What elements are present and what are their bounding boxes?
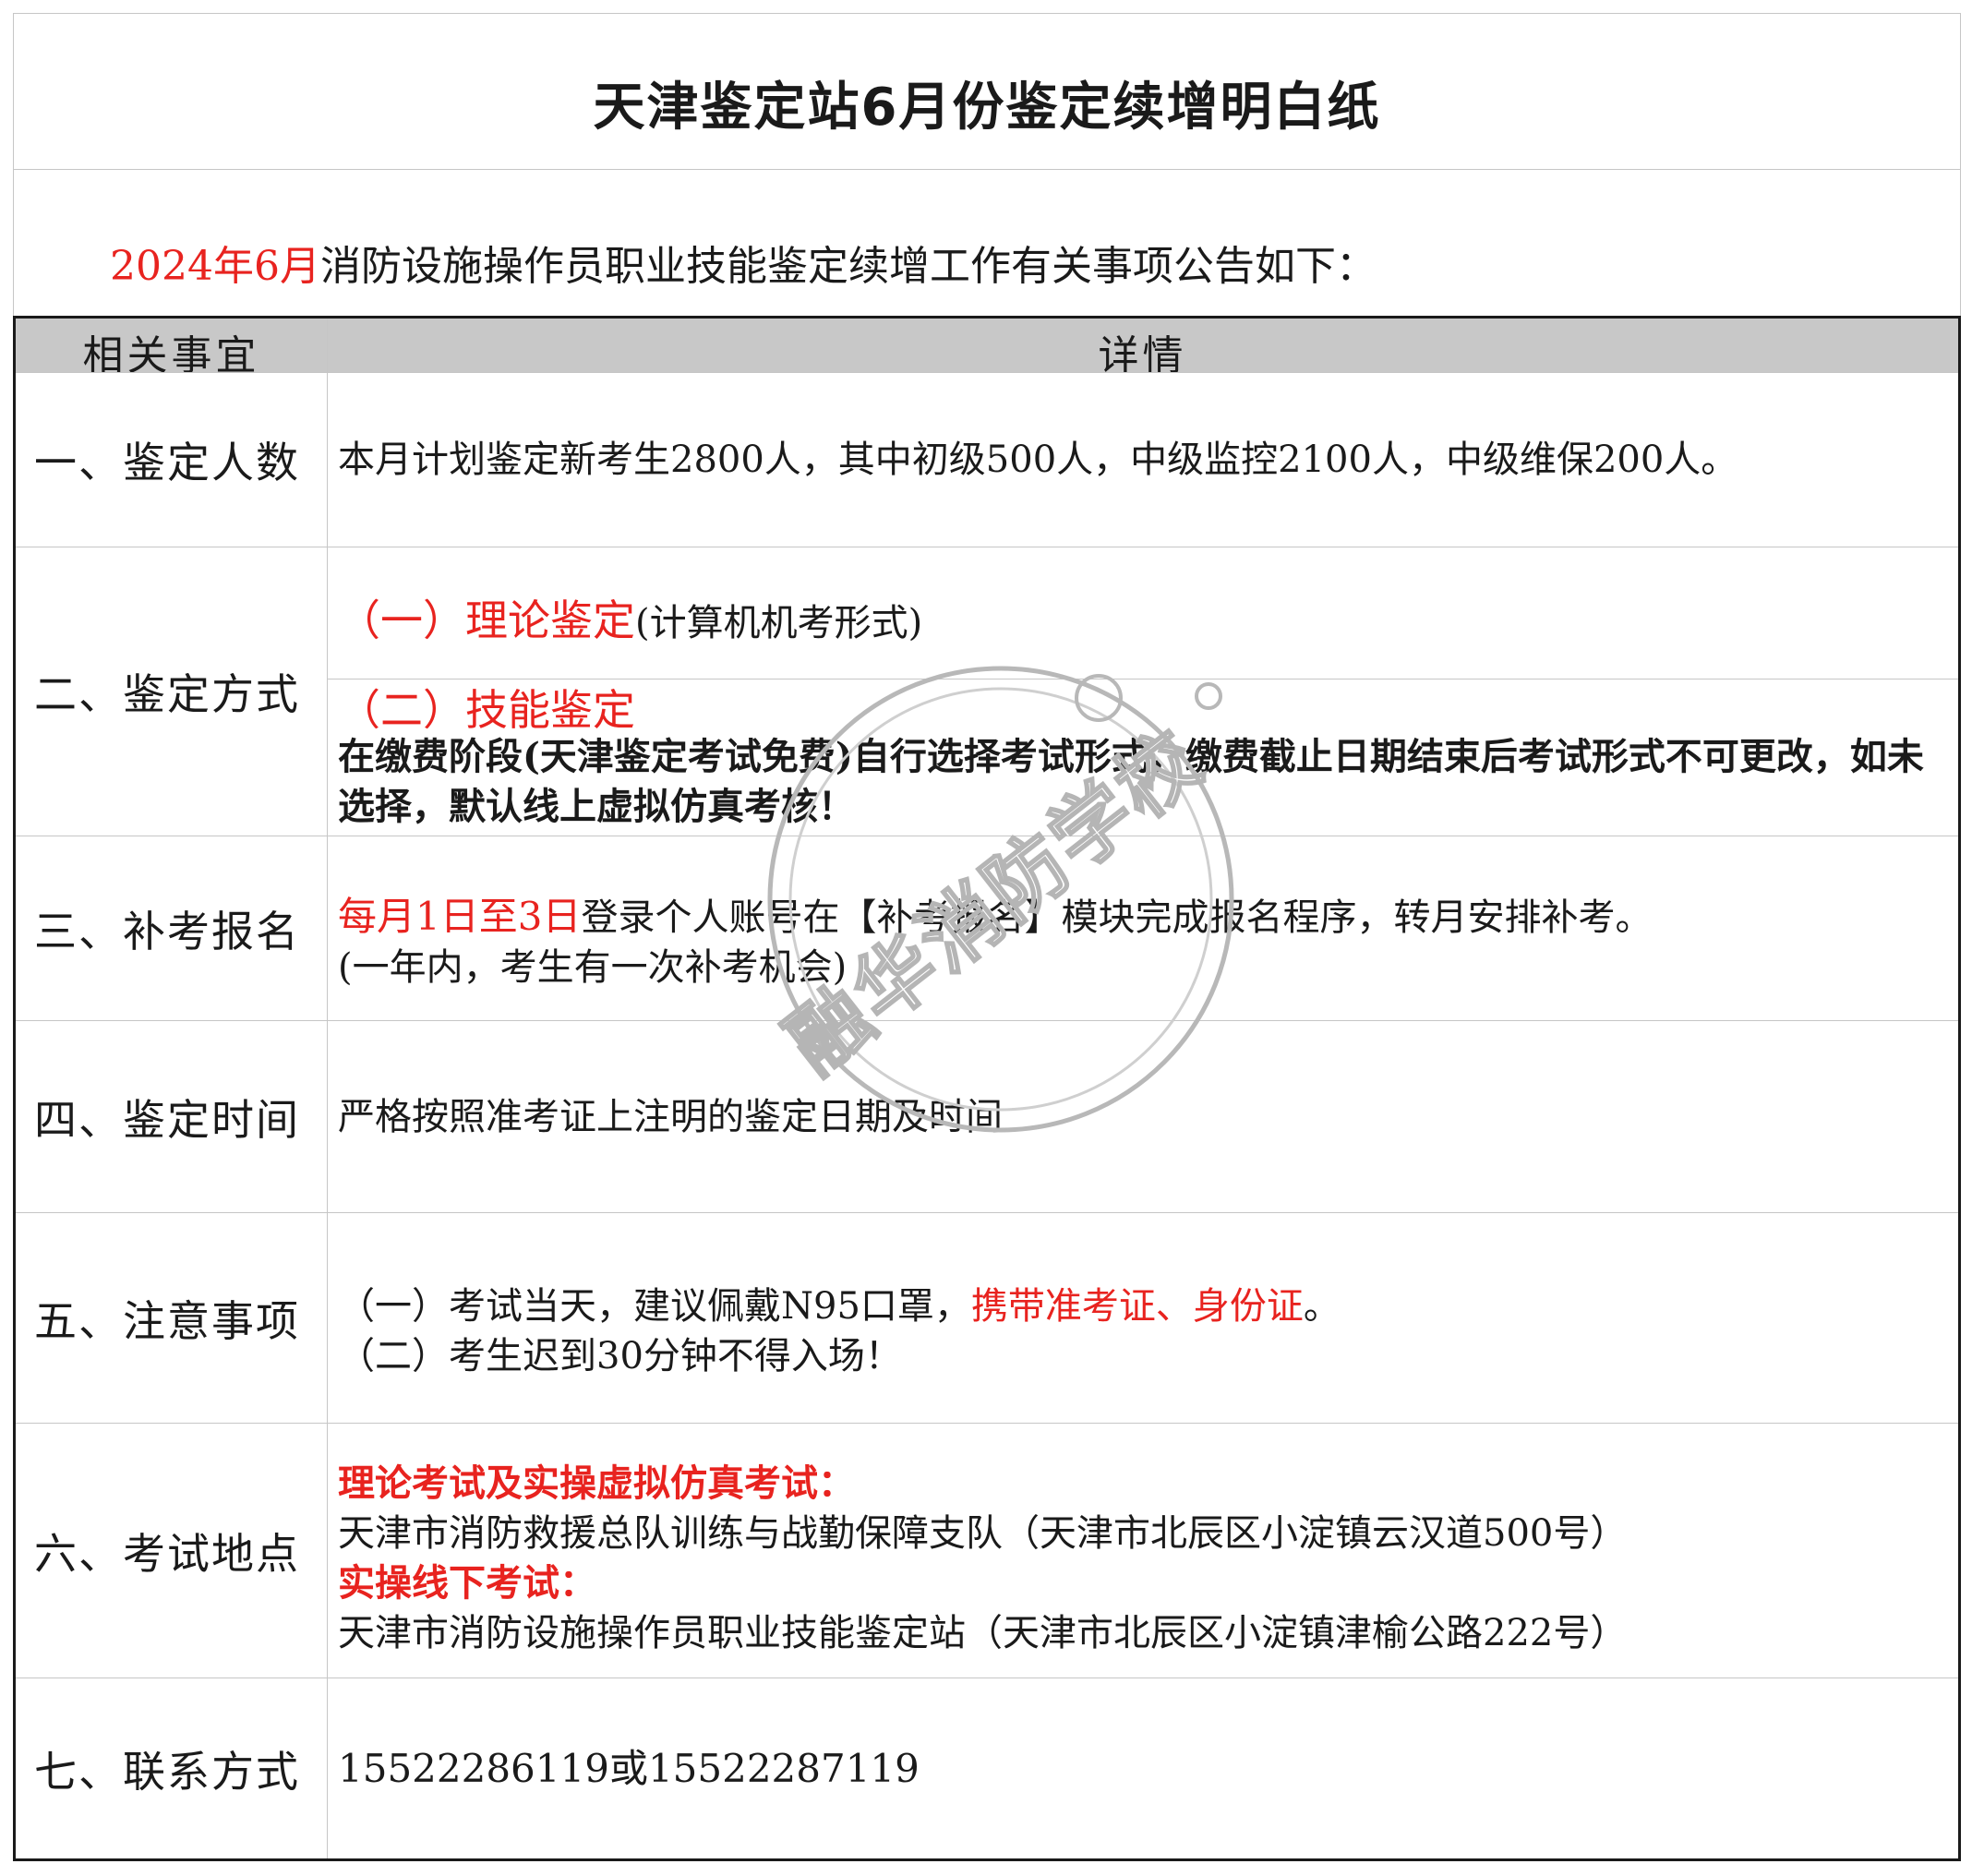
notice-line2: （二）考生迟到30分钟不得入场！ xyxy=(338,1335,902,1377)
row-label: 四、鉴定时间 xyxy=(34,1094,300,1145)
row-label: 一、鉴定人数 xyxy=(34,438,300,487)
table-cell: 每月1日至3日登录个人账号在【补考报名】模块完成报名程序，转月安排补考。 (一年… xyxy=(338,892,1944,992)
table-row: 七、联系方式 xyxy=(16,1678,327,1858)
table-cell: 15522286119或15522287119 xyxy=(338,1678,1944,1858)
location-theory-title: 理论考试及实操虚拟仿真考试： xyxy=(338,1461,855,1505)
table-row: 二、鉴定方式 xyxy=(16,547,327,836)
table-cell: 理论考试及实操虚拟仿真考试： 天津市消防救援总队训练与战勤保障支队（天津市北辰区… xyxy=(338,1459,1944,1658)
location-theory-place: 天津市消防救援总队训练与战勤保障支队（天津市北辰区小淀镇云汉道500号） xyxy=(338,1512,1628,1555)
column-divider xyxy=(327,319,328,1858)
notice-highlight: 携带准考证、身份证 xyxy=(970,1285,1304,1328)
skill-method-text: 在缴费阶段(天津鉴定考试免费)自行选择考试形式，缴费截止日期结束后考试形式不可更… xyxy=(338,735,1924,828)
row-detail: 严格按照准考证上注明的鉴定日期及时间 xyxy=(338,1095,1003,1138)
table-bottom-border xyxy=(13,1858,1961,1861)
row-detail: 本月计划鉴定新考生2800人，其中初级500人，中级监控2100人，中级维保20… xyxy=(338,439,1738,481)
location-offline-place: 天津市消防设施操作员职业技能鉴定站（天津市北辰区小淀镇津榆公路222号） xyxy=(338,1612,1628,1654)
row-label: 五、注意事项 xyxy=(34,1295,300,1346)
row-label: 三、补考报名 xyxy=(34,906,300,956)
table-header-row: 相关事宜 详情 xyxy=(16,319,1958,379)
table-cell: 本月计划鉴定新考生2800人，其中初级500人，中级监控2100人，中级维保20… xyxy=(338,373,1944,547)
title-cell: 天津鉴定站6月份鉴定续增明白纸 xyxy=(13,13,1961,170)
notice-sheet: 天津鉴定站6月份鉴定续增明白纸 2024年6月消防设施操作员职业技能鉴定续增工作… xyxy=(13,13,1961,1861)
table-cell: （一）考试当天，建议佩戴N95口罩，携带准考证、身份证。 （二）考生迟到30分钟… xyxy=(338,1281,1944,1381)
page-title: 天津鉴定站6月份鉴定续增明白纸 xyxy=(593,78,1381,138)
table-row: 三、补考报名 xyxy=(16,836,327,1020)
table-cell: 严格按照准考证上注明的鉴定日期及时间 xyxy=(338,1021,1944,1212)
table-cell: （一）理论鉴定(计算机机考形式) xyxy=(338,587,1944,648)
skill-method-title: （二）技能鉴定 xyxy=(338,685,635,735)
intro-date: 2024年6月 xyxy=(110,243,320,290)
row-label: 七、联系方式 xyxy=(34,1746,300,1797)
theory-method-note: (计算机机考形式) xyxy=(635,602,923,644)
table-cell: （二）技能鉴定 在缴费阶段(天津鉴定考试免费)自行选择考试形式，缴费截止日期结束… xyxy=(338,682,1944,832)
notice-line1-end: 。 xyxy=(1303,1285,1341,1328)
makeup-date: 每月1日至3日 xyxy=(338,894,582,939)
table-row: 五、注意事项 xyxy=(16,1213,327,1423)
makeup-text: 登录个人账号在【补考报名】模块完成报名程序，转月安排补考。 xyxy=(581,896,1653,939)
location-offline-title: 实操线下考试： xyxy=(338,1561,596,1605)
intro-text: 消防设施操作员职业技能鉴定续增工作有关事项公告如下： xyxy=(319,243,1377,290)
row-label: 二、鉴定方式 xyxy=(34,669,300,719)
makeup-note: (一年内，考生有一次补考机会) xyxy=(338,946,848,989)
intro-line: 2024年6月消防设施操作员职业技能鉴定续增工作有关事项公告如下： xyxy=(110,233,1377,292)
table-row: 一、鉴定人数 xyxy=(16,373,327,547)
table-row: 六、考试地点 xyxy=(16,1424,327,1678)
row-label: 六、考试地点 xyxy=(34,1528,300,1579)
intro-cell: 2024年6月消防设施操作员职业技能鉴定续增工作有关事项公告如下： xyxy=(13,170,1961,318)
table-right-border xyxy=(1958,316,1961,1861)
theory-method-title: （一）理论鉴定 xyxy=(338,595,635,645)
notice-line1: （一）考试当天，建议佩戴N95口罩， xyxy=(338,1285,971,1328)
contact-phones: 15522286119或15522287119 xyxy=(338,1745,920,1791)
table-row: 四、鉴定时间 xyxy=(16,1021,327,1212)
